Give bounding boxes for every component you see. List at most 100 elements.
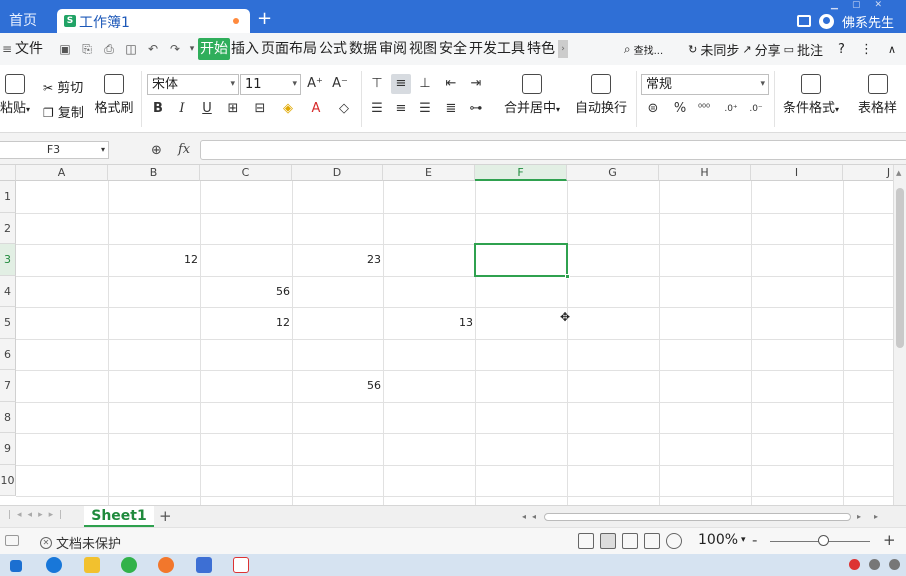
collapse-ribbon-icon[interactable]: ∧ [888, 43, 896, 56]
search-box[interactable]: 查找... [634, 42, 664, 57]
cut-button[interactable]: ✂ 剪切 [43, 77, 83, 96]
spreadsheet-grid[interactable]: A B C D E F G H I J 1 2 3 4 5 6 7 8 9 10… [0, 165, 893, 505]
more-options-icon[interactable]: ⋮ [860, 42, 873, 57]
column-header-E[interactable]: E [383, 165, 475, 181]
reading-mode-icon[interactable] [666, 533, 682, 549]
borders-icon[interactable]: ⊞ [223, 99, 243, 119]
underline-button[interactable]: U [197, 99, 217, 119]
cell-C5[interactable]: 12 [202, 316, 290, 330]
wps-spreadsheet-taskbar-icon[interactable] [233, 557, 249, 573]
row-header-6[interactable]: 6 [0, 339, 16, 370]
new-tab-button[interactable]: + [257, 9, 272, 29]
align-right-icon[interactable]: ☰ [415, 99, 435, 119]
cell-B3[interactable]: 12 [110, 253, 198, 267]
increase-indent-icon[interactable]: ⇥ [466, 74, 486, 94]
cell-C4[interactable]: 56 [202, 285, 290, 299]
menu-developer[interactable]: 开发工具 [468, 38, 526, 60]
horizontal-scrollbar[interactable]: ◂ ◂ ▸ ▸ [522, 511, 892, 523]
column-header-H[interactable]: H [659, 165, 751, 181]
user-name[interactable]: 佛系先生 [842, 12, 894, 31]
column-header-D[interactable]: D [292, 165, 383, 181]
distributed-icon[interactable]: ⊶ [466, 99, 486, 119]
percent-button[interactable]: % [670, 99, 690, 119]
scroll-up-icon[interactable]: ▲ [896, 169, 901, 177]
align-middle-icon[interactable]: ≡ [391, 74, 411, 94]
scroll-right-icon[interactable]: ▸ [857, 512, 861, 521]
undo-icon[interactable]: ↶ [142, 38, 164, 60]
workbook-tab[interactable]: S 工作簿1 [57, 9, 250, 33]
menu-view[interactable]: 视图 [408, 38, 438, 60]
sync-status[interactable]: 未同步 [700, 40, 739, 59]
document-protection-status[interactable]: ✕ 文档未保护 [40, 533, 121, 552]
user-avatar-icon[interactable] [818, 13, 834, 29]
row-header-10[interactable]: 10 [0, 465, 16, 496]
help-button[interactable]: ? [838, 42, 845, 57]
fill-pattern-icon[interactable]: ⊟ [250, 99, 270, 119]
row-header-9[interactable]: 9 [0, 433, 16, 465]
copy-button[interactable]: ❐ 复制 [43, 102, 84, 121]
menu-formulas[interactable]: 公式 [318, 38, 348, 60]
fx-button[interactable]: fx [178, 142, 190, 157]
home-tab[interactable]: 首页 [0, 10, 55, 33]
tray-volume-icon[interactable] [889, 559, 900, 570]
add-sheet-button[interactable]: + [159, 507, 172, 525]
tray-red-icon[interactable] [849, 559, 860, 570]
vertical-scroll-thumb[interactable] [896, 188, 904, 348]
decrease-font-icon[interactable]: A⁻ [330, 74, 350, 94]
menu-special[interactable]: 特色 [526, 38, 556, 60]
comment-button[interactable]: 批注 [797, 40, 823, 59]
merge-center-button[interactable]: 合并居中▾ [499, 74, 565, 116]
print-preview-icon[interactable]: ◫ [120, 38, 142, 60]
customize-arrow-icon[interactable]: ▾ [186, 38, 198, 60]
font-size-select[interactable]: 11 ▾ [240, 74, 301, 95]
zoom-in-button[interactable]: + [883, 531, 896, 549]
vertical-scrollbar[interactable]: ▲ [893, 165, 906, 505]
fullscreen-view-icon[interactable] [578, 533, 594, 549]
formula-input[interactable] [200, 140, 906, 160]
scroll-first-icon[interactable]: ◂ [532, 512, 536, 521]
edge-browser-icon[interactable] [46, 557, 62, 573]
row-header-5[interactable]: 5 [0, 307, 16, 339]
decrease-decimal-icon[interactable]: .0⁻ [746, 99, 766, 119]
conditional-format-button[interactable]: 条件格式▾ [778, 74, 844, 116]
align-top-icon[interactable]: ⊤ [367, 74, 387, 94]
export-icon[interactable]: ⎘ [76, 38, 98, 60]
number-format-select[interactable]: 常规 ▾ [641, 74, 769, 95]
cell-E5[interactable]: 13 [385, 316, 473, 330]
align-left-icon[interactable]: ☰ [367, 99, 387, 119]
row-header-4[interactable]: 4 [0, 276, 16, 307]
zoom-level[interactable]: 100% [698, 532, 738, 548]
menu-start[interactable]: 开始 [198, 38, 230, 60]
tray-network-icon[interactable] [869, 559, 880, 570]
zoom-dropdown-icon[interactable]: ▾ [741, 535, 746, 545]
share-button[interactable]: 分享 [755, 40, 781, 59]
select-all-corner[interactable] [0, 165, 16, 181]
sheet-nav-arrows-icon[interactable]: |◂◂▸▸| [8, 510, 68, 520]
save-icon[interactable]: ▣ [54, 38, 76, 60]
font-name-select[interactable]: 宋体 ▾ [147, 74, 239, 95]
increase-decimal-icon[interactable]: .0⁺ [721, 99, 741, 119]
selected-cell-F3[interactable] [474, 243, 570, 279]
column-header-F[interactable]: F [475, 165, 567, 181]
row-header-7[interactable]: 7 [0, 370, 16, 402]
row-header-1[interactable]: 1 [0, 181, 16, 213]
menu-file[interactable]: 文件 [14, 38, 44, 60]
wechat-icon[interactable] [121, 557, 137, 573]
fill-handle[interactable] [565, 274, 570, 279]
fill-color-icon[interactable]: ◈ [278, 99, 298, 119]
page-layout-view-icon[interactable] [644, 533, 660, 549]
zoom-out-button[interactable]: - [752, 531, 757, 549]
cell-D7[interactable]: 56 [294, 379, 381, 393]
wps-office-icon[interactable] [196, 557, 212, 573]
horizontal-scroll-thumb[interactable] [544, 513, 851, 521]
windows-start-icon[interactable] [10, 560, 22, 572]
zoom-icon[interactable]: ⊕ [151, 143, 162, 158]
justify-icon[interactable]: ≣ [441, 99, 461, 119]
normal-view-icon[interactable] [600, 533, 616, 549]
paste-button[interactable]: 粘贴▾ [0, 74, 32, 116]
menu-scroll-right-icon[interactable]: › [558, 40, 568, 58]
format-painter-button[interactable]: 格式刷 [92, 74, 136, 116]
print-icon[interactable]: ⎙ [98, 38, 120, 60]
row-header-8[interactable]: 8 [0, 402, 16, 433]
wrap-text-button[interactable]: 自动换行 [571, 74, 631, 116]
